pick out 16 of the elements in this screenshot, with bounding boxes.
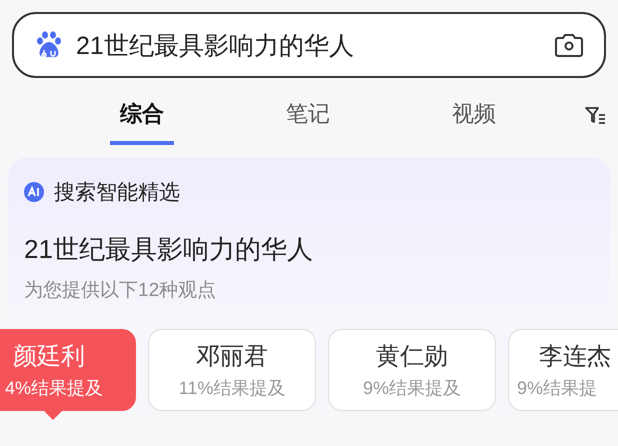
tab[interactable]: 视频 — [442, 85, 506, 145]
tab[interactable]: 笔记 — [276, 85, 340, 145]
pointer-icon — [44, 411, 62, 420]
search-field[interactable]: 21世纪最具影响力的华人 — [12, 12, 606, 78]
answer-title: 21世纪最具影响力的华人 — [23, 233, 314, 266]
filter-icon[interactable] — [584, 105, 606, 125]
tab[interactable]: 综合 — [110, 85, 174, 145]
ai-badge-icon — [24, 182, 44, 202]
option-chip[interactable]: 李连杰 9%结果提 — [508, 329, 618, 411]
answer-subtitle: 为您提供以下12种观点 — [23, 279, 218, 303]
paw-logo-icon — [34, 30, 64, 60]
search-query: 21世纪最具影响力的华人 — [76, 30, 355, 62]
option-chip[interactable]: 黄仁勋 9%结果提及 — [328, 329, 496, 411]
option-chip[interactable]: 邓丽君 11%结果提及 — [148, 329, 316, 411]
camera-icon[interactable] — [554, 32, 584, 58]
section-heading: 搜索智能精选 — [54, 180, 180, 206]
